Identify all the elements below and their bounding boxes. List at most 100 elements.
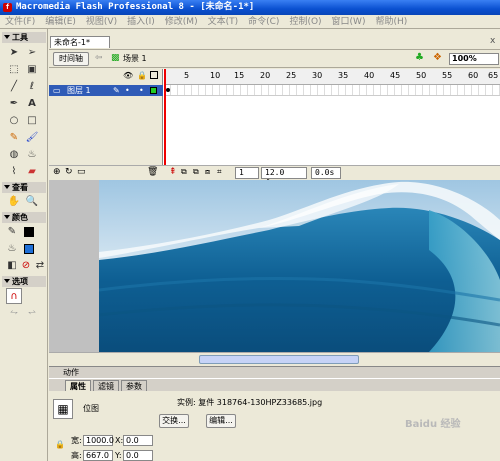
onion-outline-icon[interactable]: ⧉ [193, 167, 199, 177]
back-arrow-icon[interactable]: ⇦ [95, 53, 103, 63]
edit-button[interactable]: 编辑... [206, 414, 236, 428]
menu-window[interactable]: 窗口(W) [327, 15, 371, 29]
frame-number: 55 [442, 71, 453, 80]
delete-layer-icon[interactable]: 🗑 [147, 167, 158, 177]
frame-number: 20 [260, 71, 271, 80]
options-section-header[interactable]: 选项 [2, 276, 46, 287]
text-tool-icon[interactable]: A [24, 96, 40, 112]
straighten-icon[interactable]: ⥋ [24, 305, 40, 321]
paint-bucket-icon[interactable]: ♨ [24, 147, 40, 163]
stroke-color-swatch[interactable] [24, 227, 34, 237]
close-document-icon[interactable]: x [490, 36, 498, 46]
playhead[interactable] [164, 69, 166, 179]
lock-dot-icon[interactable]: • [139, 85, 144, 96]
edit-multiple-icon[interactable]: ⧈ [205, 167, 210, 177]
eyedropper-icon[interactable]: ⌇ [6, 164, 22, 180]
height-field[interactable]: 667.0 [83, 450, 113, 461]
timeline-toggle-button[interactable]: 时间轴 [53, 52, 89, 66]
menu-file[interactable]: 文件(F) [0, 15, 40, 29]
edit-symbols-icon[interactable]: ❖ [433, 52, 442, 63]
menu-modify[interactable]: 修改(M) [160, 15, 203, 29]
stage-bitmap[interactable] [99, 180, 500, 352]
layer-row[interactable]: ▭ 图层 1 ✎ • • [49, 85, 163, 96]
scrollbar-thumb[interactable] [199, 355, 359, 364]
edit-scene-icon[interactable]: ♣ [415, 52, 424, 63]
width-field[interactable]: 1000.0 [83, 435, 114, 446]
brush-icon[interactable]: 🖌 [24, 130, 40, 146]
subselection-icon[interactable]: ➢ [24, 45, 40, 61]
ink-bottle-icon[interactable]: ◍ [6, 147, 22, 163]
frame-number: 45 [390, 71, 401, 80]
keyframe-icon[interactable] [166, 88, 170, 92]
zoom-tool-icon[interactable]: 🔍 [24, 194, 40, 210]
wave-image [99, 180, 500, 352]
swap-button[interactable]: 交换... [159, 414, 189, 428]
scene-label[interactable]: 场景 1 [123, 53, 147, 64]
rectangle-tool-icon[interactable]: □ [24, 113, 40, 129]
zoom-select[interactable]: 100% [449, 53, 499, 65]
fill-transform-icon[interactable]: ▣ [24, 62, 40, 78]
oval-tool-icon[interactable]: ○ [6, 113, 22, 129]
eraser-icon[interactable]: ▰ [24, 164, 40, 180]
frame-cells[interactable] [164, 85, 500, 96]
selection-arrow-icon[interactable]: ➤ [6, 45, 22, 61]
line-tool-icon[interactable]: ╱ [6, 79, 22, 95]
title-bar: f Macromedia Flash Professional 8 - [未命名… [0, 0, 500, 15]
modify-markers-icon[interactable]: ⌗ [217, 167, 222, 177]
menu-view[interactable]: 视图(V) [81, 15, 122, 29]
bitmap-type-icon: ▦ [53, 399, 73, 419]
layer-name: 图层 1 [67, 86, 91, 95]
frame-ruler[interactable]: 5 10 15 20 25 30 35 40 45 50 55 60 65 [164, 69, 500, 85]
fill-color-swatch[interactable] [24, 244, 34, 254]
lasso-icon[interactable]: ℓ [24, 79, 40, 95]
outline-icon[interactable] [150, 71, 158, 79]
menu-commands[interactable]: 命令(C) [243, 15, 284, 29]
frame-number: 25 [286, 71, 297, 80]
colors-section-header[interactable]: 颜色 [2, 212, 46, 223]
swap-colors-icon[interactable]: ⇄ [32, 258, 48, 274]
horizontal-scrollbar[interactable] [49, 352, 500, 366]
frame-rate: 12.0 fps [261, 167, 307, 187]
constrain-lock-icon[interactable]: 🔒 [55, 440, 65, 449]
height-label: 高: [71, 451, 82, 460]
pen-tool-icon[interactable]: ✒ [6, 96, 22, 112]
layer-icon: ▭ [53, 86, 61, 95]
menu-help[interactable]: 帮助(H) [370, 15, 412, 29]
view-section-header[interactable]: 查看 [2, 182, 46, 193]
scene-icon: ▩ [111, 53, 120, 63]
x-label: X: [115, 436, 124, 445]
add-guide-icon[interactable]: ↻ [65, 167, 73, 177]
x-field[interactable]: 0.0 [123, 435, 153, 446]
y-label: Y: [115, 451, 122, 460]
hand-tool-icon[interactable]: ✋ [6, 194, 22, 210]
snap-magnet-icon[interactable]: ∩ [6, 288, 22, 304]
watermark: Baidu 经验 [405, 419, 461, 430]
actions-panel-header[interactable]: 动作 [49, 366, 500, 378]
menu-text[interactable]: 文本(T) [203, 15, 244, 29]
onion-skin-icon[interactable]: ⧉ [181, 167, 187, 177]
stage-area [49, 180, 500, 366]
menu-insert[interactable]: 插入(I) [122, 15, 160, 29]
visible-dot-icon[interactable]: • [125, 85, 130, 96]
flash-app-icon: f [3, 3, 12, 12]
pencil-icon[interactable]: ✎ [6, 130, 22, 146]
frame-number: 65 [488, 71, 499, 80]
menu-control[interactable]: 控制(O) [284, 15, 326, 29]
menu-edit[interactable]: 编辑(E) [40, 15, 81, 29]
layer-outline-color[interactable] [150, 87, 157, 94]
fill-color-bucket-icon: ♨ [7, 243, 17, 254]
lock-icon[interactable]: 🔒 [137, 71, 147, 80]
tools-section-header[interactable]: 工具 [2, 32, 46, 43]
document-tab[interactable]: 未命名-1* [50, 36, 110, 48]
actions-label: 动作 [63, 368, 79, 377]
add-folder-icon[interactable]: ▭ [77, 167, 86, 177]
tools-panel: 工具 ➤ ➢ ⬚ ▣ ╱ ℓ ✒ A ○ □ ✎ 🖌 ◍ ♨ ⌇ ▰ 查看 ✋ … [0, 29, 48, 461]
y-field[interactable]: 0.0 [123, 450, 153, 461]
add-layer-icon[interactable]: ⊕ [53, 167, 61, 177]
eye-icon[interactable]: 👁 [123, 71, 133, 80]
frame-number: 30 [312, 71, 323, 80]
free-transform-icon[interactable]: ⬚ [6, 62, 22, 78]
smooth-icon[interactable]: ⥊ [6, 305, 22, 321]
center-frame-icon[interactable]: ⇞ [169, 167, 177, 177]
window-title: Macromedia Flash Professional 8 - [未命名-1… [16, 2, 255, 12]
